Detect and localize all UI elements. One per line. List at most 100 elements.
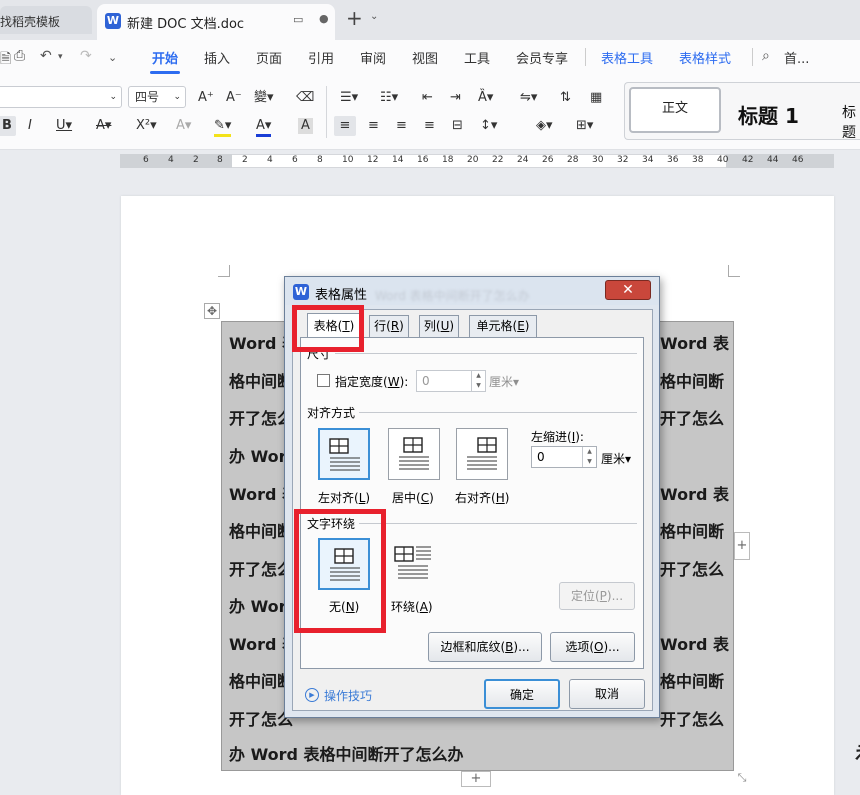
menu-home[interactable]: 开始 [152, 48, 178, 67]
tab-row[interactable]: 行(R) [369, 315, 409, 337]
width-unit: 厘米 [489, 375, 514, 389]
style-heading-2[interactable]: 标题 [842, 102, 860, 142]
italic-icon[interactable]: I [28, 118, 32, 134]
add-column-icon[interactable]: + [734, 532, 750, 560]
wrap-around-option[interactable] [388, 538, 440, 590]
print-preview-icon[interactable]: ⎙ [14, 48, 25, 64]
left-indent-input[interactable]: 0 ▲ ▼ [531, 446, 597, 468]
align-right-option[interactable] [456, 428, 508, 480]
preferred-width-checkbox[interactable] [317, 374, 330, 387]
tab-cell[interactable]: 单元格(E) [469, 315, 537, 337]
line-spacing-icon[interactable]: ↕▾ [480, 118, 497, 134]
text-effect-icon[interactable]: A▾ [176, 118, 191, 134]
cancel-button[interactable]: 取消 [569, 679, 645, 709]
wrap-around-label: 环绕(A) [391, 600, 433, 614]
justify-icon[interactable]: ≡ [424, 118, 435, 134]
distribute-icon[interactable]: ⊟ [452, 118, 463, 134]
scroll-marker: ぇ [852, 735, 860, 764]
menu-table-style[interactable]: 表格样式 [679, 48, 731, 67]
ruler-tick-label: 2 [242, 155, 248, 165]
undo-icon[interactable]: ↶ [40, 48, 52, 64]
show-marks-icon[interactable]: ▦ [590, 90, 602, 106]
left-indent-text: 左缩进( [531, 430, 572, 444]
tab-column[interactable]: 列(U) [419, 315, 459, 337]
borders-icon[interactable]: ⊞▾ [576, 118, 593, 134]
width-input[interactable]: 0 ▲ ▼ [416, 370, 486, 392]
font-size-select[interactable]: 四号 ⌄ [128, 86, 186, 108]
decrease-indent-icon[interactable]: ⇤ [422, 90, 433, 106]
new-tab-icon[interactable]: + [346, 8, 363, 28]
tab-document[interactable]: W 新建 DOC 文档.doc ▭ ● [97, 4, 335, 40]
options-button[interactable]: 选项(O)... [550, 632, 635, 662]
char-shading-icon[interactable]: A [298, 118, 313, 134]
chevron-down-icon[interactable]: ⌄ [108, 51, 117, 64]
font-color-icon[interactable]: A▾ [256, 118, 272, 137]
undo-dropdown-icon[interactable]: ▾ [58, 52, 63, 62]
numbered-list-icon[interactable]: ☷▾ [380, 90, 398, 106]
text-effects-icon[interactable]: Ȁ▾ [478, 90, 493, 106]
menu-reference[interactable]: 引用 [308, 48, 334, 67]
eraser-icon[interactable]: ⌫ [296, 90, 314, 106]
superscript-icon[interactable]: X²▾ [136, 118, 157, 134]
menu-member[interactable]: 会员专享 [516, 48, 568, 67]
underline-icon[interactable]: U▾ [56, 118, 72, 134]
search-label[interactable]: 首... [784, 48, 809, 67]
align-center-icon[interactable]: ≡ [368, 118, 379, 134]
bullet-list-icon[interactable]: ☰▾ [340, 90, 358, 106]
sort-icon[interactable]: ⇋▾ [520, 90, 537, 106]
phonetic-icon[interactable]: 變▾ [254, 90, 274, 106]
font-name-select[interactable]: ⌄ [0, 86, 122, 108]
ribbon-divider [326, 86, 327, 138]
save-icon[interactable]: 🗎 [0, 48, 11, 72]
spinner-icon[interactable]: ▲ ▼ [471, 371, 485, 391]
menu-insert[interactable]: 插入 [204, 48, 230, 67]
menu-review[interactable]: 审阅 [360, 48, 386, 67]
bold-icon[interactable]: B [0, 116, 16, 136]
align-center-option[interactable] [388, 428, 440, 480]
align-right-icon[interactable]: ≡ [396, 118, 407, 134]
shading-icon[interactable]: ◈▾ [536, 118, 553, 134]
chevron-down-icon[interactable]: ⌄ [370, 11, 378, 22]
increase-indent-icon[interactable]: ⇥ [450, 90, 461, 106]
menu-table-tools[interactable]: 表格工具 [601, 48, 653, 67]
strikethrough-icon[interactable]: A▾ [96, 118, 111, 134]
highlight-icon[interactable]: ✎▾ [214, 118, 232, 137]
spinner-icon[interactable]: ▲ ▼ [582, 447, 596, 467]
align-left-option[interactable] [318, 428, 370, 480]
tips-link[interactable]: 操作技巧 [324, 687, 372, 704]
search-icon[interactable]: ⌕ [762, 48, 770, 64]
ruler-tick-label: 36 [667, 155, 679, 165]
style-heading-1[interactable]: 标题 1 [738, 100, 799, 129]
dialog-titlebar[interactable]: W 表格属性 Word 表格中间断开了怎么办 ✕ [285, 277, 659, 305]
unsaved-dot-icon[interactable]: ● [319, 12, 329, 25]
redo-icon[interactable]: ↷ [80, 48, 92, 64]
positioning-button[interactable]: 定位(P)... [559, 582, 635, 610]
highlight-box-table-tab [292, 305, 364, 352]
width-unit-select[interactable]: 厘米▾ [489, 373, 519, 390]
close-icon[interactable]: ✕ [605, 280, 651, 300]
table-move-icon[interactable]: ✥ [204, 303, 220, 319]
indent-unit-select[interactable]: 厘米▾ [601, 450, 631, 467]
tab-template[interactable]: 找稻壳模板 [0, 6, 92, 34]
align-left-key: L [358, 491, 366, 505]
shrink-font-icon[interactable]: A⁻ [226, 90, 242, 106]
align-left-icon[interactable]: ≡ [334, 116, 356, 136]
add-row-icon[interactable]: + [461, 771, 491, 787]
grow-font-icon[interactable]: A⁺ [198, 90, 214, 106]
ok-button[interactable]: 确定 [484, 679, 560, 709]
dialog-title: 表格属性 [315, 288, 368, 303]
table-resize-icon[interactable]: ⤡ [734, 771, 750, 787]
table-cell-text: Word 表 [660, 485, 729, 504]
ruler-tick-label: 10 [342, 155, 354, 165]
ruler-tick-label: 24 [517, 155, 529, 165]
chevron-down-icon: ⌄ [173, 92, 181, 102]
style-normal[interactable]: 正文 [629, 87, 721, 133]
play-icon[interactable]: ▶ [305, 688, 319, 702]
menu-tools[interactable]: 工具 [464, 48, 490, 67]
borders-shading-button[interactable]: 边框和底纹(B)... [428, 632, 542, 662]
menu-view[interactable]: 视图 [412, 48, 438, 67]
font-size-value: 四号 [135, 90, 160, 104]
sort-az-icon[interactable]: ⇅ [560, 90, 571, 106]
screen-icon[interactable]: ▭ [293, 13, 303, 26]
menu-page[interactable]: 页面 [256, 48, 282, 67]
